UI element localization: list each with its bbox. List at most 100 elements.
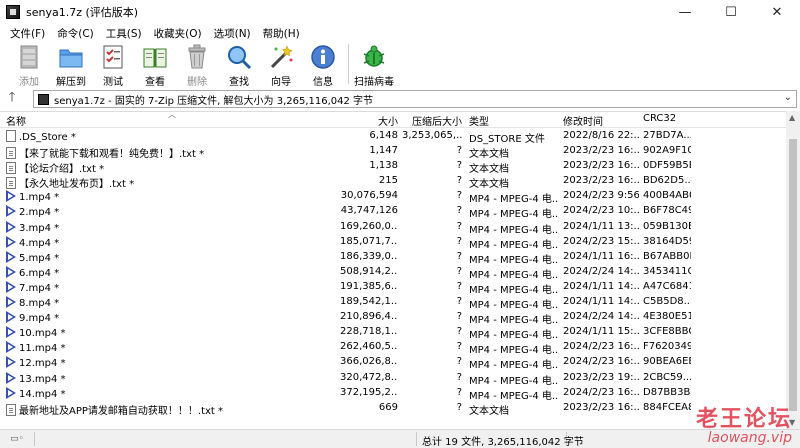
file-crc32: D87BB3BC: [643, 386, 691, 398]
file-name: 12.mp4 *: [19, 358, 66, 370]
file-row[interactable]: 5.mp4 * 186,339,0...? MP4 - MPEG-4 电... 202…: [0, 250, 786, 266]
file-row[interactable]: 2.mp4 * 43,747,126? MP4 - MPEG-4 电... 2024/…: [0, 204, 786, 221]
status-divider: [416, 432, 417, 446]
file-size: 1,147: [369, 145, 398, 157]
file-name: 8.mp4 *: [19, 298, 60, 310]
file-size: 228,718,1...: [340, 326, 398, 338]
file-type: MP4 - MPEG-4 电...: [469, 254, 559, 266]
file-row[interactable]: 13.mp4 * 320,472,8...? MP4 - MPEG-4 电... 20…: [0, 371, 786, 387]
file-name-cell: 2.mp4 *: [6, 205, 336, 218]
extract-folder-icon: [59, 49, 83, 68]
file-row[interactable]: 【来了就能下载和观看！纯免费！】.txt * 1,147? 文本文档 2023/2/2…: [0, 144, 786, 160]
file-type: MP4 - MPEG-4 电...: [469, 300, 559, 312]
file-row[interactable]: 11.mp4 * 262,460,5...? MP4 - MPEG-4 电... 20…: [0, 340, 786, 356]
archive-app-icon: [6, 5, 20, 19]
view-button[interactable]: 查看: [134, 42, 176, 88]
file-crc32: 90BEA6EE: [643, 356, 691, 368]
file-type: 文本文档: [469, 164, 509, 176]
menu-file[interactable]: 文件(F): [4, 26, 51, 41]
close-button[interactable]: ✕: [754, 0, 800, 24]
path-field[interactable]: senya1.7z - 固实的 7-Zip 压缩文件, 解包大小为 3,265,…: [33, 90, 797, 108]
menu-favorites[interactable]: 收藏夹(O): [148, 26, 208, 41]
file-size: 1,138: [369, 160, 398, 172]
file-size: 191,385,6...: [340, 280, 398, 292]
status-divider: [34, 432, 35, 446]
file-name-cell: 12.mp4 *: [6, 356, 336, 369]
file-size: 366,026,8...: [340, 356, 398, 368]
file-size: 169,260,0...: [340, 220, 398, 232]
file-row[interactable]: 10.mp4 * 228,718,1...? MP4 - MPEG-4 电... 20…: [0, 325, 786, 341]
file-crc32: B6F78C49: [643, 205, 691, 217]
info-label: 信息: [313, 77, 333, 88]
file-modified: 2024/2/24 14:...: [563, 265, 639, 277]
find-label: 查找: [229, 77, 249, 88]
file-crc32: BD62D5...: [643, 175, 691, 187]
file-icon: [6, 130, 16, 142]
file-name: 13.mp4 *: [19, 373, 66, 385]
video-file-icon: [6, 326, 16, 339]
vertical-scrollbar[interactable]: ▲ ▼: [786, 111, 800, 429]
file-row[interactable]: 【永久地址发布页】.txt * 215? 文本文档 2023/2/23 16:... B…: [0, 174, 786, 190]
video-file-icon: [6, 280, 16, 293]
file-row[interactable]: 最新地址及APP请发邮箱自动获取！！！.txt * 669? 文本文档 2023/2/…: [0, 401, 786, 417]
file-packed-size: ?: [456, 145, 462, 157]
file-name: 9.mp4 *: [19, 313, 60, 325]
file-row[interactable]: 1.mp4 * 30,076,594? MP4 - MPEG-4 电... 2024/…: [0, 189, 786, 206]
chevron-down-icon[interactable]: ⌄: [784, 92, 792, 103]
file-name-cell: 7.mp4 *: [6, 280, 336, 294]
test-button[interactable]: 测试: [92, 42, 134, 88]
file-row[interactable]: 12.mp4 * 366,026,8...? MP4 - MPEG-4 电... 20…: [0, 355, 786, 371]
file-name: 最新地址及APP请发邮箱自动获取！！！.txt *: [19, 405, 224, 417]
file-row[interactable]: 4.mp4 * 185,071,7...? MP4 - MPEG-4 电... 202…: [0, 235, 786, 251]
menu-tools[interactable]: 工具(S): [100, 26, 148, 41]
wizard-button[interactable]: 向导: [260, 42, 302, 88]
file-name-cell: 【论坛介绍】.txt *: [6, 160, 336, 175]
file-size: 189,542,1...: [340, 296, 398, 308]
file-modified: 2023/2/23 16:...: [563, 175, 639, 187]
file-row[interactable]: 6.mp4 * 508,914,2...? MP4 - MPEG-4 电... 202…: [0, 265, 786, 281]
add-button[interactable]: 添加: [8, 42, 50, 88]
file-name: 7.mp4 *: [19, 282, 60, 294]
menu-options[interactable]: 选项(N): [208, 26, 257, 41]
file-row[interactable]: 14.mp4 * 372,195,2...? MP4 - MPEG-4 电... 20…: [0, 386, 786, 402]
file-row[interactable]: .DS_Store * 6,148 3,253,065,... DS_STORE 文件…: [0, 129, 786, 145]
file-name-cell: 6.mp4 *: [6, 265, 336, 279]
path-text: senya1.7z - 固实的 7-Zip 压缩文件, 解包大小为 3,265,…: [54, 95, 374, 107]
find-button[interactable]: 查找: [218, 42, 260, 88]
video-file-icon: [6, 371, 16, 384]
column-header-crc32[interactable]: CRC32: [643, 113, 691, 124]
info-button[interactable]: 信息: [302, 42, 344, 88]
column-header-size[interactable]: 大小: [340, 113, 398, 128]
file-row[interactable]: 7.mp4 * 191,385,6...? MP4 - MPEG-4 电... 202…: [0, 280, 786, 296]
minimize-button[interactable]: —: [662, 0, 708, 24]
video-file-icon: [6, 250, 16, 263]
scan-virus-button[interactable]: 扫描病毒: [353, 42, 395, 88]
delete-button[interactable]: 删除: [176, 42, 218, 88]
file-type: MP4 - MPEG-4 电...: [469, 194, 559, 206]
maximize-button[interactable]: ☐: [708, 0, 754, 24]
file-row[interactable]: 【论坛介绍】.txt * 1,138? 文本文档 2023/2/23 16:... 0D…: [0, 159, 786, 176]
menu-commands[interactable]: 命令(C): [51, 26, 100, 41]
column-header-type[interactable]: 类型: [469, 113, 559, 128]
extract-button[interactable]: 解压到: [50, 42, 92, 88]
column-header-modified[interactable]: 修改时间: [563, 113, 639, 128]
scroll-up-icon[interactable]: ▲: [789, 113, 795, 122]
file-packed-size: ?: [456, 326, 462, 338]
column-header-packed-size[interactable]: 压缩后大小: [402, 113, 462, 128]
file-row[interactable]: 8.mp4 * 189,542,1...? MP4 - MPEG-4 电... 202…: [0, 295, 786, 312]
status-summary: 总计 19 文件, 3,265,116,042 字节: [422, 437, 584, 448]
file-name: .DS_Store *: [19, 132, 76, 143]
file-row[interactable]: 9.mp4 * 210,896,4...? MP4 - MPEG-4 电... 202…: [0, 310, 786, 326]
file-name: 1.mp4 *: [19, 192, 60, 204]
file-type: MP4 - MPEG-4 电...: [469, 209, 559, 221]
info-icon: [311, 45, 335, 69]
file-name-cell: 11.mp4 *: [6, 341, 336, 354]
scroll-thumb[interactable]: [789, 139, 797, 411]
menu-help[interactable]: 帮助(H): [257, 26, 306, 41]
drive-icon: ▭◦: [10, 434, 24, 444]
file-type: MP4 - MPEG-4 电...: [469, 284, 559, 296]
up-one-level-button[interactable]: 🡑: [0, 89, 24, 109]
file-packed-size: ?: [456, 280, 462, 292]
file-name: 10.mp4 *: [19, 328, 66, 340]
file-row[interactable]: 3.mp4 * 169,260,0...? MP4 - MPEG-4 电... 202…: [0, 220, 786, 236]
